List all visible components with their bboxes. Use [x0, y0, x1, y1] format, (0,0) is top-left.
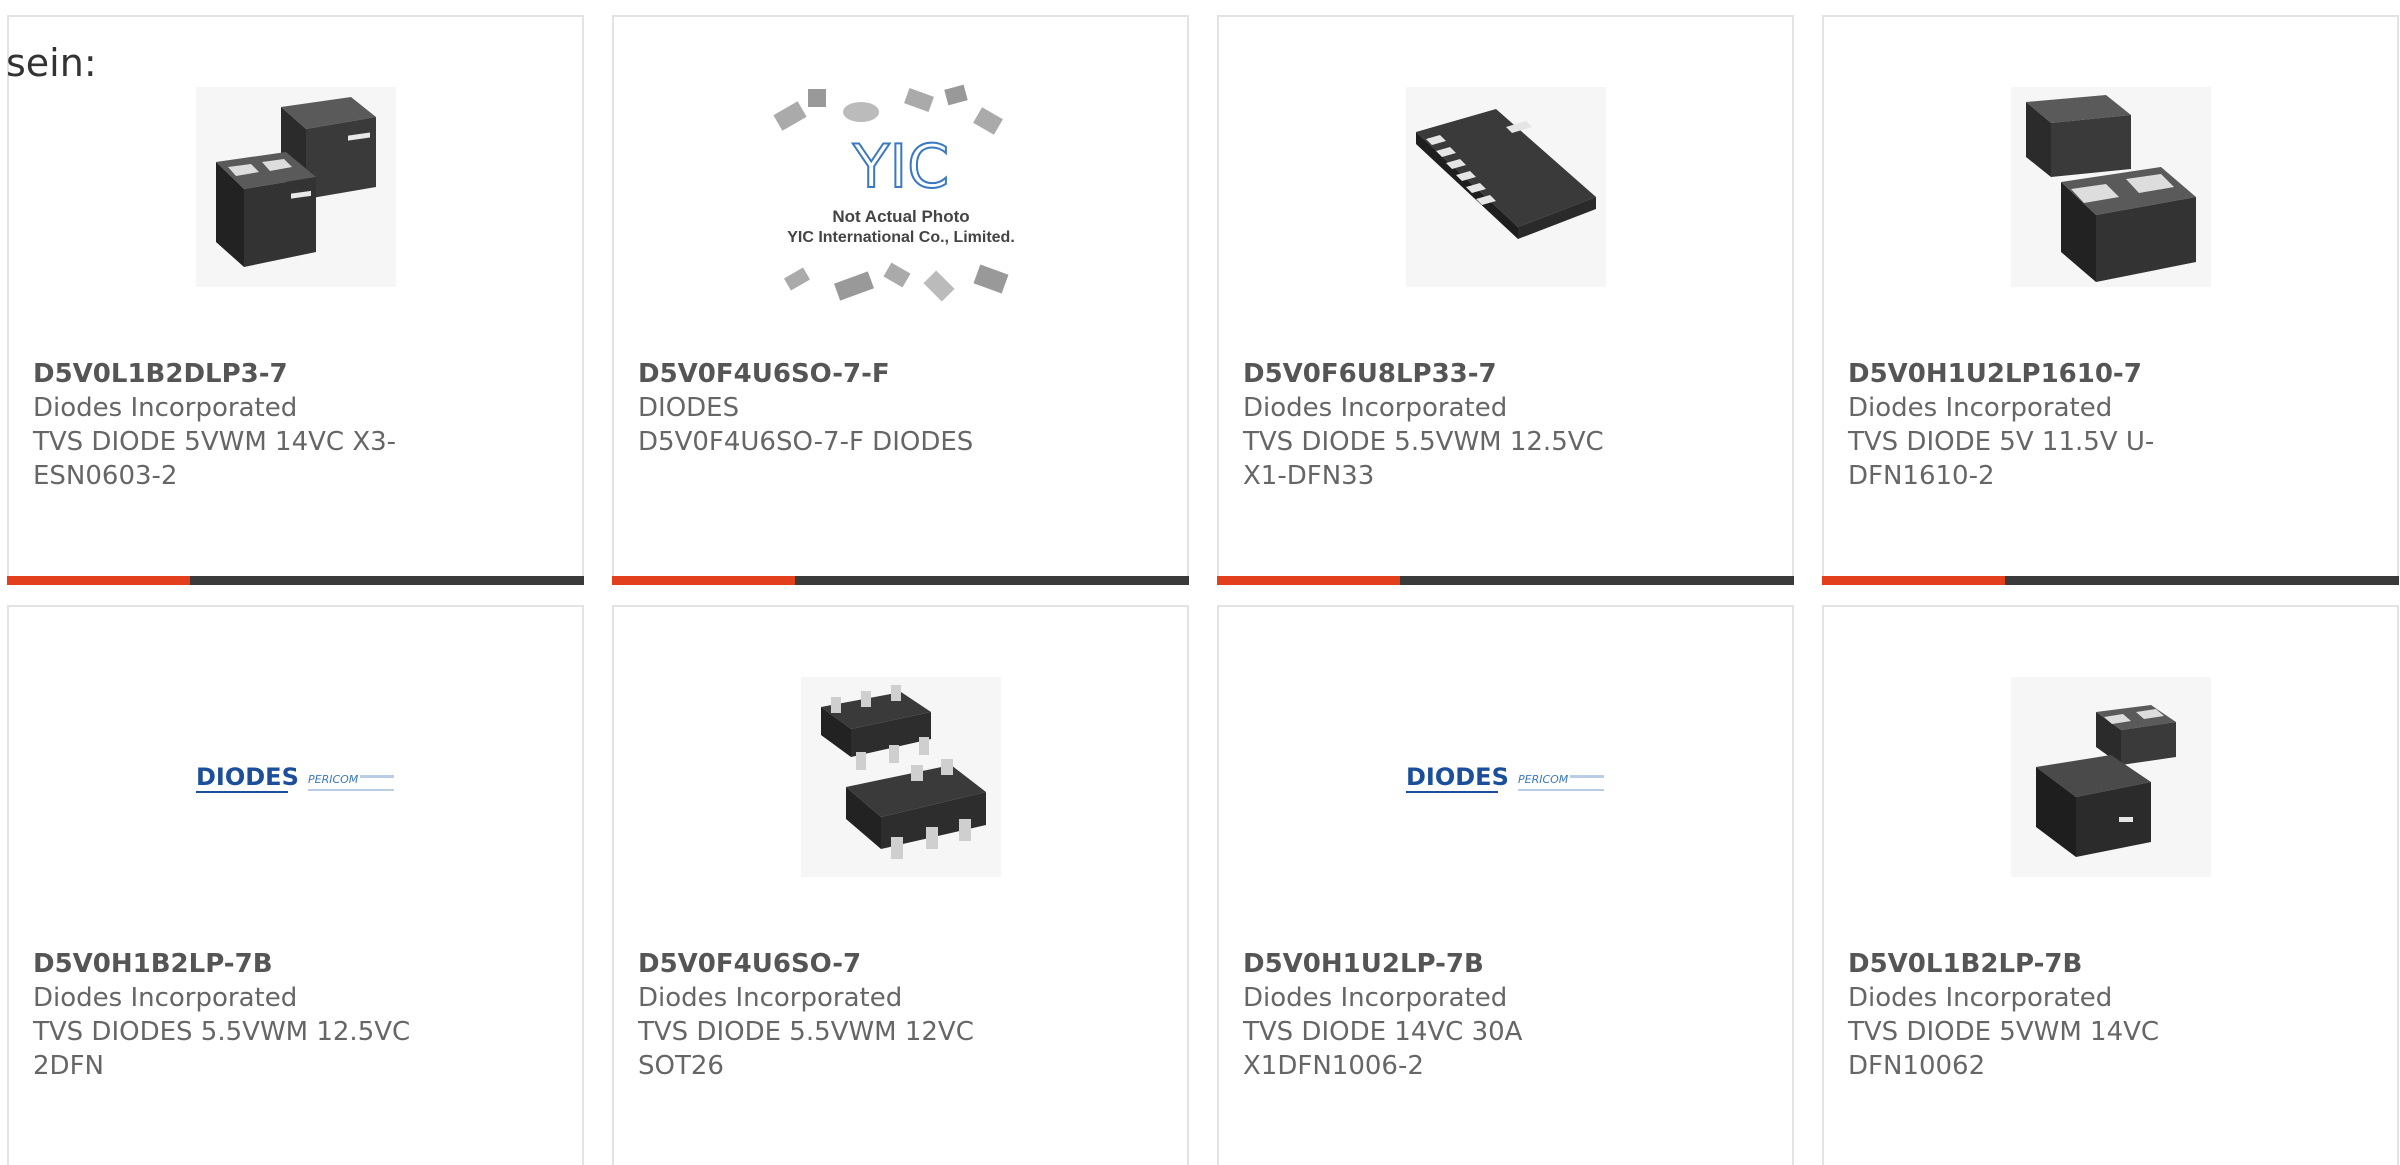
description: TVS DIODE 5VWM 14VC X3-ESN0603-2	[33, 427, 397, 491]
description: TVS DIODE 5V 11.5V U-DFN1610-2	[1848, 427, 2155, 491]
product-image[interactable]	[1824, 87, 2397, 287]
card-bar	[612, 576, 1189, 585]
product-card[interactable]: D5V0L1B2DLP3-7 Diodes Incorporated TVS D…	[7, 15, 584, 585]
product-info: D5V0F4U6SO-7-F DIODES D5V0F4U6SO-7-F DIO…	[638, 357, 1038, 459]
part-number[interactable]: D5V0H1B2LP-7B	[33, 947, 433, 981]
part-number[interactable]: D5V0F6U8LP33-7	[1243, 357, 1643, 391]
part-number[interactable]: D5V0F4U6SO-7-F	[638, 357, 1038, 391]
product-card[interactable]: D5V0H1U2LP1610-7 Diodes Incorporated TVS…	[1822, 15, 2399, 585]
diodes-logo: DIODES PERICOM	[195, 763, 394, 793]
product-card[interactable]: DIODES PERICOM D5V0H1B2LP-7B Diodes Inco…	[7, 605, 584, 1165]
description: TVS DIODE 5.5VWM 12VC SOT26	[638, 1017, 974, 1081]
product-info: D5V0L1B2LP-7B Diodes Incorporated TVS DI…	[1848, 947, 2248, 1083]
part-number[interactable]: D5V0L1B2DLP3-7	[33, 357, 433, 391]
manufacturer: DIODES	[638, 393, 740, 423]
dfn-package-icon	[1405, 87, 1606, 287]
svg-text:DIODES: DIODES	[196, 763, 299, 791]
dual-package-icon	[195, 87, 396, 287]
product-image[interactable]	[614, 677, 1187, 877]
product-info: D5V0F6U8LP33-7 Diodes Incorporated TVS D…	[1243, 357, 1643, 493]
yic-placeholder-image: YIC Not Actual Photo YIC International C…	[772, 84, 1015, 302]
description: TVS DIODE 5.5VWM 12.5VC X1-DFN33	[1243, 427, 1604, 491]
sot26-package-icon	[800, 677, 1001, 877]
product-image[interactable]	[9, 87, 582, 287]
dual-package-icon	[2010, 87, 2211, 287]
manufacturer: Diodes Incorporated	[638, 983, 903, 1013]
yic-company-text: YIC International Co., Limited.	[787, 229, 1015, 246]
manufacturer: Diodes Incorporated	[1848, 983, 2113, 1013]
svg-text:PERICOM: PERICOM	[1518, 773, 1569, 786]
svg-text:PERICOM: PERICOM	[308, 773, 359, 786]
product-image[interactable]: YIC Not Actual Photo YIC International C…	[614, 84, 1187, 302]
product-info: D5V0H1U2LP1610-7 Diodes Incorporated TVS…	[1848, 357, 2248, 493]
yic-logo: YIC	[851, 132, 948, 202]
card-bar	[1822, 576, 2399, 585]
product-grid: D5V0L1B2DLP3-7 Diodes Incorporated TVS D…	[7, 15, 2400, 1165]
product-info: D5V0H1B2LP-7B Diodes Incorporated TVS DI…	[33, 947, 433, 1083]
product-card[interactable]: D5V0F6U8LP33-7 Diodes Incorporated TVS D…	[1217, 15, 1794, 585]
product-info: D5V0F4U6SO-7 Diodes Incorporated TVS DIO…	[638, 947, 1038, 1083]
description: D5V0F4U6SO-7-F DIODES	[638, 427, 974, 457]
description: TVS DIODE 14VC 30A X1DFN1006-2	[1243, 1017, 1523, 1081]
intro-text: sein:	[6, 41, 97, 85]
product-image[interactable]: DIODES PERICOM	[9, 677, 582, 877]
not-actual-photo-text: Not Actual Photo	[832, 207, 969, 226]
dual-package-icon	[2010, 677, 2211, 877]
product-info: D5V0H1U2LP-7B Diodes Incorporated TVS DI…	[1243, 947, 1643, 1083]
manufacturer: Diodes Incorporated	[1243, 983, 1508, 1013]
product-card[interactable]: D5V0F4U6SO-7 Diodes Incorporated TVS DIO…	[612, 605, 1189, 1165]
part-number[interactable]: D5V0H1U2LP1610-7	[1848, 357, 2248, 391]
diodes-logo: DIODES PERICOM	[1405, 763, 1604, 793]
manufacturer: Diodes Incorporated	[33, 393, 298, 423]
product-image[interactable]	[1219, 87, 1792, 287]
product-card[interactable]: YIC Not Actual Photo YIC International C…	[612, 15, 1189, 585]
card-bar	[7, 576, 584, 585]
product-image[interactable]: DIODES PERICOM	[1219, 677, 1792, 877]
product-card[interactable]: DIODES PERICOM D5V0H1U2LP-7B Diodes Inco…	[1217, 605, 1794, 1165]
description: TVS DIODE 5VWM 14VC DFN10062	[1848, 1017, 2160, 1081]
description: TVS DIODES 5.5VWM 12.5VC 2DFN	[33, 1017, 411, 1081]
svg-text:DIODES: DIODES	[1406, 763, 1509, 791]
manufacturer: Diodes Incorporated	[1243, 393, 1508, 423]
product-card[interactable]: D5V0L1B2LP-7B Diodes Incorporated TVS DI…	[1822, 605, 2399, 1165]
manufacturer: Diodes Incorporated	[1848, 393, 2113, 423]
product-info: D5V0L1B2DLP3-7 Diodes Incorporated TVS D…	[33, 357, 433, 493]
part-number[interactable]: D5V0L1B2LP-7B	[1848, 947, 2248, 981]
part-number[interactable]: D5V0F4U6SO-7	[638, 947, 1038, 981]
product-image[interactable]	[1824, 677, 2397, 877]
card-bar	[1217, 576, 1794, 585]
manufacturer: Diodes Incorporated	[33, 983, 298, 1013]
part-number[interactable]: D5V0H1U2LP-7B	[1243, 947, 1643, 981]
